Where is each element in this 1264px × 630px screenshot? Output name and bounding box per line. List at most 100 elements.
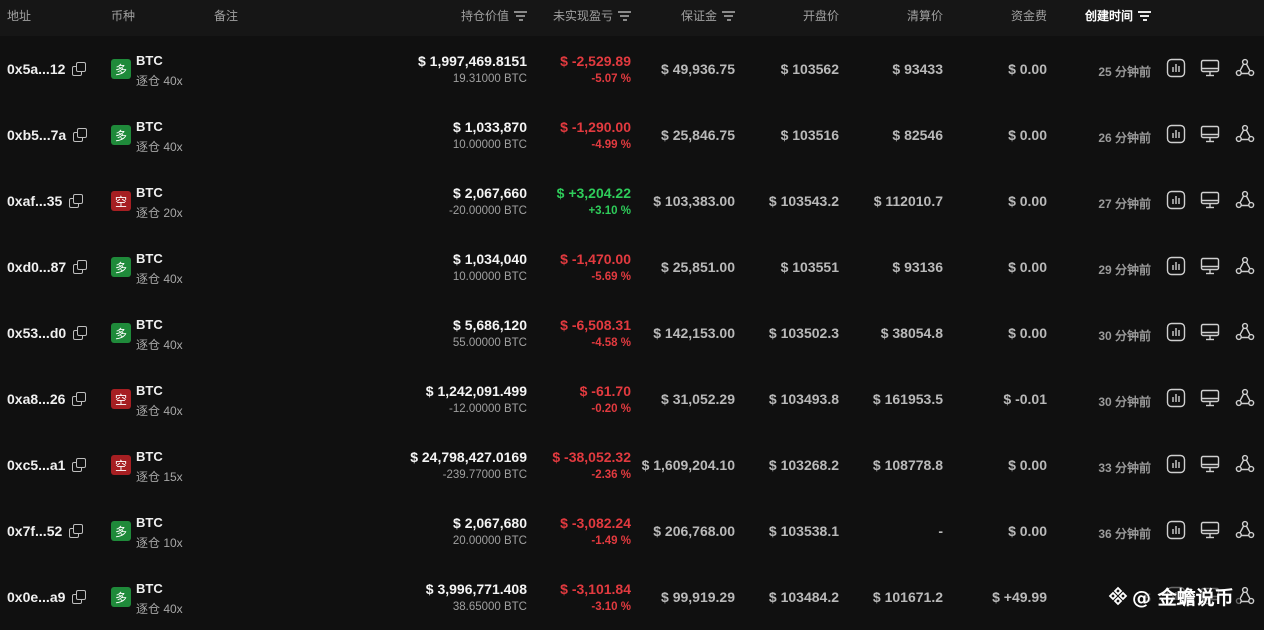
liq-price: $ 93433 [892, 61, 943, 77]
share-network-icon[interactable] [1235, 190, 1255, 210]
funding-fee: $ 0.00 [1008, 193, 1047, 209]
copy-icon[interactable] [69, 524, 84, 538]
liq-price: $ 108778.8 [872, 457, 943, 473]
leverage-text: 逐仓 40x [136, 602, 183, 616]
leverage-text: 逐仓 20x [136, 206, 183, 220]
bar-chart-icon[interactable] [1166, 124, 1186, 144]
position-size: -12.00000 BTC [449, 403, 527, 415]
table-row[interactable]: 0xb5...7a 多 BTC 逐仓 40x $ 1,033,870 10.00… [0, 102, 1264, 168]
bar-chart-icon[interactable] [1166, 520, 1186, 540]
share-network-icon[interactable] [1235, 454, 1255, 474]
address-cell[interactable]: 0xb5...7a [7, 127, 88, 143]
margin-value: $ 25,846.75 [661, 127, 735, 143]
address-cell[interactable]: 0x0e...a9 [7, 589, 87, 605]
share-network-icon[interactable] [1235, 58, 1255, 78]
share-network-icon[interactable] [1235, 388, 1255, 408]
watermark-text: @ 金蟾说币 [1132, 586, 1234, 609]
position-value: $ 1,242,091.499 [425, 383, 527, 399]
share-network-icon[interactable] [1235, 124, 1255, 144]
copy-icon[interactable] [73, 260, 88, 274]
position-value: $ 1,033,870 [453, 119, 527, 135]
monitor-icon[interactable] [1200, 190, 1220, 210]
margin-value: $ 99,919.29 [661, 589, 735, 605]
position-size: -20.00000 BTC [449, 205, 527, 217]
side-badge: 多 [111, 257, 131, 277]
unrealized-pnl: $ -1,470.00 [560, 251, 631, 267]
header-position-value[interactable]: 持仓价值 [461, 7, 527, 24]
bar-chart-icon[interactable] [1166, 190, 1186, 210]
unrealized-pnl: $ -38,052.32 [552, 449, 631, 465]
leverage-text: 逐仓 10x [136, 536, 183, 550]
margin-value: $ 31,052.29 [661, 391, 735, 407]
copy-icon[interactable] [73, 326, 88, 340]
sort-icon[interactable] [722, 11, 735, 21]
header-margin[interactable]: 保证金 [681, 7, 735, 24]
sort-icon[interactable] [1138, 11, 1151, 21]
leverage-text: 逐仓 40x [136, 272, 183, 286]
copy-icon[interactable] [72, 62, 87, 76]
liq-price: $ 112010.7 [873, 193, 943, 209]
funding-fee: $ 0.00 [1008, 523, 1047, 539]
monitor-icon[interactable] [1200, 454, 1220, 474]
bar-chart-icon[interactable] [1166, 454, 1186, 474]
liq-price: $ 93136 [892, 259, 943, 275]
share-network-icon[interactable] [1235, 322, 1255, 342]
table-row[interactable]: 0xa8...26 空 BTC 逐仓 40x $ 1,242,091.499 -… [0, 366, 1264, 432]
address-cell[interactable]: 0x53...d0 [7, 325, 88, 341]
unrealized-pnl: $ +3,204.22 [556, 185, 631, 201]
monitor-icon[interactable] [1200, 388, 1220, 408]
address-cell[interactable]: 0xaf...35 [7, 193, 84, 209]
open-price: $ 103516 [780, 127, 839, 143]
monitor-icon[interactable] [1200, 124, 1220, 144]
bar-chart-icon[interactable] [1166, 256, 1186, 276]
table-header: 地址 币种 备注 持仓价值 未实现盈亏 保证金 开盘价 清算价 资金费 创建时间 [0, 0, 1264, 36]
unrealized-pnl: $ -6,508.31 [560, 317, 631, 333]
address-cell[interactable]: 0xc5...a1 [7, 457, 87, 473]
header-created-time[interactable]: 创建时间 [1085, 7, 1151, 24]
copy-icon[interactable] [73, 128, 88, 142]
watermark: @ 金蟾说币 [1104, 581, 1240, 611]
table-row[interactable]: 0x5a...12 多 BTC 逐仓 40x $ 1,997,469.8151 … [0, 36, 1264, 102]
unrealized-pnl-percent: -4.99 % [591, 139, 631, 151]
bar-chart-icon[interactable] [1166, 58, 1186, 78]
monitor-icon[interactable] [1200, 256, 1220, 276]
table-row[interactable]: 0x0e...a9 多 BTC 逐仓 40x $ 3,996,771.408 3… [0, 564, 1264, 630]
address-cell[interactable]: 0x5a...12 [7, 61, 87, 77]
unrealized-pnl-percent: -1.49 % [591, 535, 631, 547]
bar-chart-icon[interactable] [1166, 322, 1186, 342]
copy-icon[interactable] [72, 590, 87, 604]
table-row[interactable]: 0xd0...87 多 BTC 逐仓 40x $ 1,034,040 10.00… [0, 234, 1264, 300]
table-row[interactable]: 0xc5...a1 空 BTC 逐仓 15x $ 24,798,427.0169… [0, 432, 1264, 498]
sort-icon[interactable] [618, 11, 631, 21]
share-network-icon[interactable] [1235, 256, 1255, 276]
address-cell[interactable]: 0x7f...52 [7, 523, 84, 539]
header-unrealized-pnl[interactable]: 未实现盈亏 [553, 7, 631, 24]
table-row[interactable]: 0x53...d0 多 BTC 逐仓 40x $ 5,686,120 55.00… [0, 300, 1264, 366]
address-text: 0x53...d0 [7, 325, 67, 341]
bar-chart-icon[interactable] [1166, 388, 1186, 408]
copy-icon[interactable] [72, 458, 87, 472]
address-cell[interactable]: 0xd0...87 [7, 259, 88, 275]
open-price: $ 103551 [780, 259, 839, 275]
unrealized-pnl: $ -3,082.24 [560, 515, 631, 531]
position-size: 10.00000 BTC [452, 271, 527, 283]
unrealized-pnl-percent: -0.20 % [591, 403, 631, 415]
address-text: 0xc5...a1 [7, 457, 66, 473]
monitor-icon[interactable] [1200, 58, 1220, 78]
unrealized-pnl: $ -2,529.89 [560, 53, 631, 69]
sort-icon[interactable] [514, 11, 527, 21]
copy-icon[interactable] [72, 392, 87, 406]
open-price: $ 103562 [780, 61, 839, 77]
leverage-text: 逐仓 15x [136, 470, 183, 484]
leverage-text: 逐仓 40x [136, 338, 183, 352]
funding-fee: $ 0.00 [1008, 259, 1047, 275]
address-cell[interactable]: 0xa8...26 [7, 391, 87, 407]
monitor-icon[interactable] [1200, 322, 1220, 342]
funding-fee: $ -0.01 [1003, 391, 1047, 407]
monitor-icon[interactable] [1200, 520, 1220, 540]
table-row[interactable]: 0x7f...52 多 BTC 逐仓 10x $ 2,067,680 20.00… [0, 498, 1264, 564]
table-row[interactable]: 0xaf...35 空 BTC 逐仓 20x $ 2,067,660 -20.0… [0, 168, 1264, 234]
share-network-icon[interactable] [1235, 520, 1255, 540]
copy-icon[interactable] [69, 194, 84, 208]
header-funding-fee: 资金费 [1010, 9, 1047, 23]
